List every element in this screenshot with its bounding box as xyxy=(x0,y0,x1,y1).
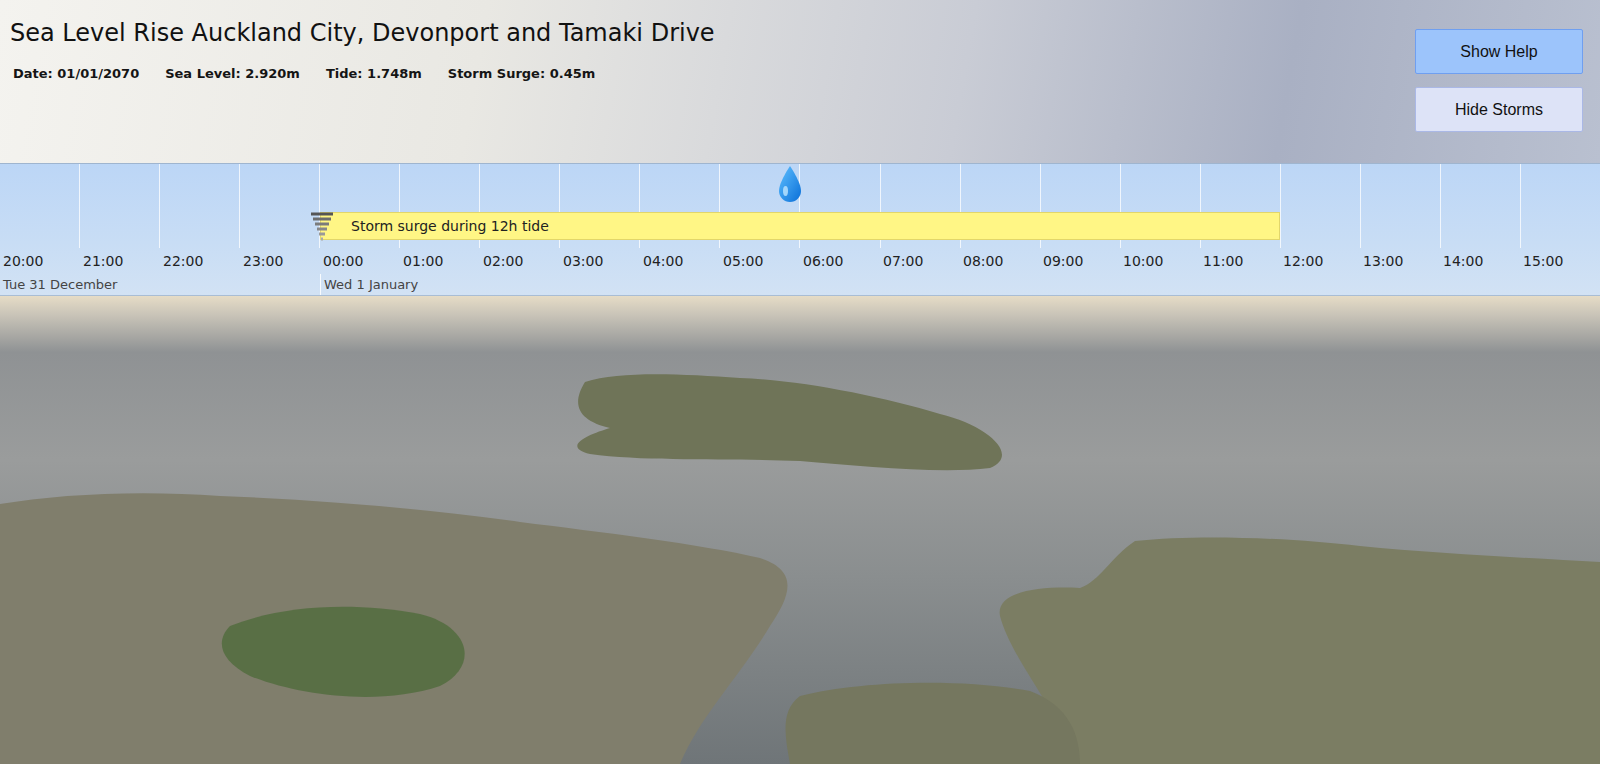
hour-label: 01:00 xyxy=(400,253,480,269)
hour-label: 21:00 xyxy=(80,253,160,269)
stat: Storm Surge: 0.45m xyxy=(448,66,596,81)
tornado-icon xyxy=(309,211,335,243)
hour-labels: 20:0021:0022:0023:0000:0001:0002:0003:00… xyxy=(0,248,1600,274)
header-button[interactable]: Show Help xyxy=(1415,29,1583,74)
hour-label: 05:00 xyxy=(720,253,800,269)
stats-row: Date: 01/01/2070 Sea Level: 2.920m Tide: 1… xyxy=(10,66,715,81)
hour-label: 04:00 xyxy=(640,253,720,269)
hour-label: 02:00 xyxy=(480,253,560,269)
timeline-cell xyxy=(239,164,319,248)
hour-label: 23:00 xyxy=(240,253,320,269)
hour-label: 14:00 xyxy=(1440,253,1520,269)
timeline-cell xyxy=(1280,164,1360,248)
header-button[interactable]: Hide Storms xyxy=(1415,87,1583,132)
hour-label: 20:00 xyxy=(0,253,80,269)
hour-label: 03:00 xyxy=(560,253,640,269)
day-label: Wed 1 January xyxy=(320,274,1600,295)
timeline-cell xyxy=(1440,164,1520,248)
timeline-cell xyxy=(1520,164,1600,248)
stat: Sea Level: 2.920m xyxy=(165,66,300,81)
day-labels: Tue 31 DecemberWed 1 January xyxy=(0,274,1600,295)
hour-label: 22:00 xyxy=(160,253,240,269)
hour-label: 15:00 xyxy=(1520,253,1600,269)
stat: Tide: 1.748m xyxy=(326,66,422,81)
page-title: Sea Level Rise Auckland City, Devonport … xyxy=(10,18,715,48)
hour-label: 06:00 xyxy=(800,253,880,269)
button-column: Show Help Hide Storms xyxy=(1415,18,1583,132)
hour-label: 07:00 xyxy=(880,253,960,269)
hour-label: 12:00 xyxy=(1280,253,1360,269)
hour-label: 09:00 xyxy=(1040,253,1120,269)
hour-label: 10:00 xyxy=(1120,253,1200,269)
title-block: Sea Level Rise Auckland City, Devonport … xyxy=(10,18,715,81)
hour-label: 11:00 xyxy=(1200,253,1280,269)
water-drop-icon[interactable] xyxy=(777,164,803,204)
timeline[interactable]: Storm surge during 12h tide 20:0021:0022:… xyxy=(0,163,1600,296)
timeline-cell xyxy=(79,164,159,248)
stat: Date: 01/01/2070 xyxy=(13,66,139,81)
hour-label: 08:00 xyxy=(960,253,1040,269)
scene-image xyxy=(0,296,1600,764)
scene-view[interactable] xyxy=(0,296,1600,764)
timeline-cell xyxy=(0,164,79,248)
timeline-cell xyxy=(159,164,239,248)
day-label: Tue 31 December xyxy=(0,274,320,295)
timeline-track[interactable]: Storm surge during 12h tide xyxy=(0,164,1600,248)
header: Sea Level Rise Auckland City, Devonport … xyxy=(0,0,1600,163)
storm-bar[interactable]: Storm surge during 12h tide xyxy=(320,212,1280,240)
timeline-cell xyxy=(1360,164,1440,248)
app: Sea Level Rise Auckland City, Devonport … xyxy=(0,0,1600,764)
hour-label: 13:00 xyxy=(1360,253,1440,269)
hour-label: 00:00 xyxy=(320,253,400,269)
